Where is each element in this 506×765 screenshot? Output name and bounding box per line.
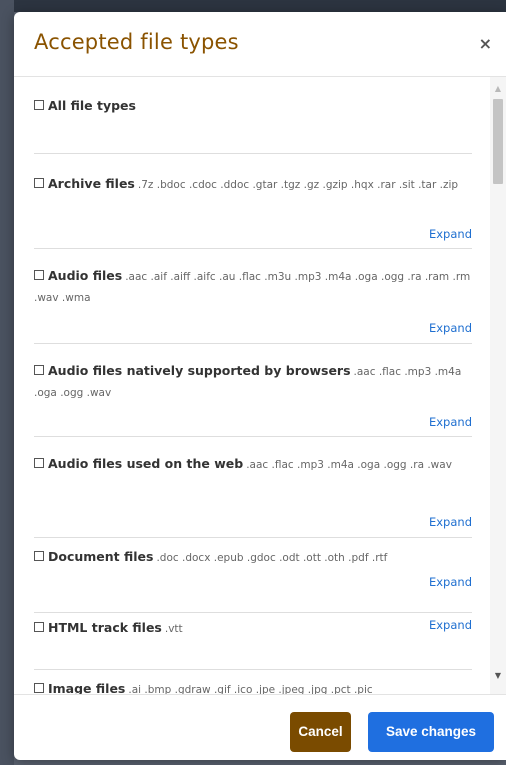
close-icon[interactable]: × xyxy=(479,34,492,53)
file-type-row-image: Image files .ai .bmp .gdraw .gif .ico .jp… xyxy=(34,670,472,694)
file-type-name: Audio files used on the web xyxy=(48,456,244,471)
file-type-extensions: .ai .bmp .gdraw .gif .ico .jpe .jpeg .jp… xyxy=(128,684,373,694)
expand-link[interactable]: Expand xyxy=(429,618,472,632)
expand-link[interactable]: Expand xyxy=(429,227,472,241)
file-type-extensions: .doc .docx .epub .gdoc .odt .ott .oth .p… xyxy=(156,552,388,564)
scroll-down-arrow-icon[interactable]: ▼ xyxy=(490,668,506,684)
file-type-row-audio-web: Audio files used on the web .aac .flac .m… xyxy=(34,437,472,538)
save-changes-button[interactable]: Save changes xyxy=(368,712,494,752)
file-type-row-audio-native: Audio files natively supported by browse… xyxy=(34,344,472,437)
audio-web-checkbox[interactable] xyxy=(34,458,44,468)
dialog-body: All file types Archive files .7z .bdoc .c… xyxy=(14,77,506,694)
all-file-types-checkbox[interactable] xyxy=(34,100,44,110)
expand-link[interactable]: Expand xyxy=(429,321,472,335)
file-type-name: All file types xyxy=(48,98,136,113)
file-type-row-archive: Archive files .7z .bdoc .cdoc .ddoc .gtar… xyxy=(34,154,472,249)
file-type-name: HTML track files xyxy=(48,620,162,635)
document-files-checkbox[interactable] xyxy=(34,551,44,561)
page-backdrop-left xyxy=(0,0,14,765)
dialog-title: Accepted file types xyxy=(34,30,239,54)
file-type-row-all: All file types xyxy=(34,77,472,154)
dialog-footer: Cancel Save changes xyxy=(14,694,506,760)
page-backdrop-top xyxy=(0,0,506,12)
image-files-checkbox[interactable] xyxy=(34,683,44,693)
file-type-row-document: Document files .doc .docx .epub .gdoc .od… xyxy=(34,538,472,613)
audio-files-checkbox[interactable] xyxy=(34,270,44,280)
scrollbar-thumb[interactable] xyxy=(493,99,503,184)
vertical-scrollbar[interactable]: ▲ ▼ xyxy=(490,77,506,694)
file-type-row-audio: Audio files .aac .aif .aiff .aifc .au .fl… xyxy=(34,249,472,344)
file-type-row-html-track: HTML track files .vtt Expand xyxy=(34,613,472,670)
expand-link[interactable]: Expand xyxy=(429,575,472,589)
dialog-header: Accepted file types × xyxy=(14,12,506,77)
expand-link[interactable]: Expand xyxy=(429,415,472,429)
audio-native-checkbox[interactable] xyxy=(34,365,44,375)
file-type-name: Audio files natively supported by browse… xyxy=(48,363,351,378)
html-track-checkbox[interactable] xyxy=(34,622,44,632)
file-type-list: All file types Archive files .7z .bdoc .c… xyxy=(34,77,472,694)
cancel-button[interactable]: Cancel xyxy=(290,712,351,752)
accepted-file-types-dialog: Accepted file types × All file types Arc… xyxy=(14,12,506,760)
file-type-extensions: .aac .flac .mp3 .m4a .oga .ogg .ra .wav xyxy=(246,459,452,471)
file-type-extensions: .vtt xyxy=(164,623,183,635)
expand-link[interactable]: Expand xyxy=(429,515,472,529)
scroll-up-arrow-icon[interactable]: ▲ xyxy=(490,81,506,97)
file-type-extensions: .7z .bdoc .cdoc .ddoc .gtar .tgz .gz .gz… xyxy=(137,179,459,191)
archive-files-checkbox[interactable] xyxy=(34,178,44,188)
file-type-name: Document files xyxy=(48,549,154,564)
file-type-name: Archive files xyxy=(48,176,135,191)
file-type-name: Image files xyxy=(48,681,126,694)
file-type-name: Audio files xyxy=(48,268,123,283)
